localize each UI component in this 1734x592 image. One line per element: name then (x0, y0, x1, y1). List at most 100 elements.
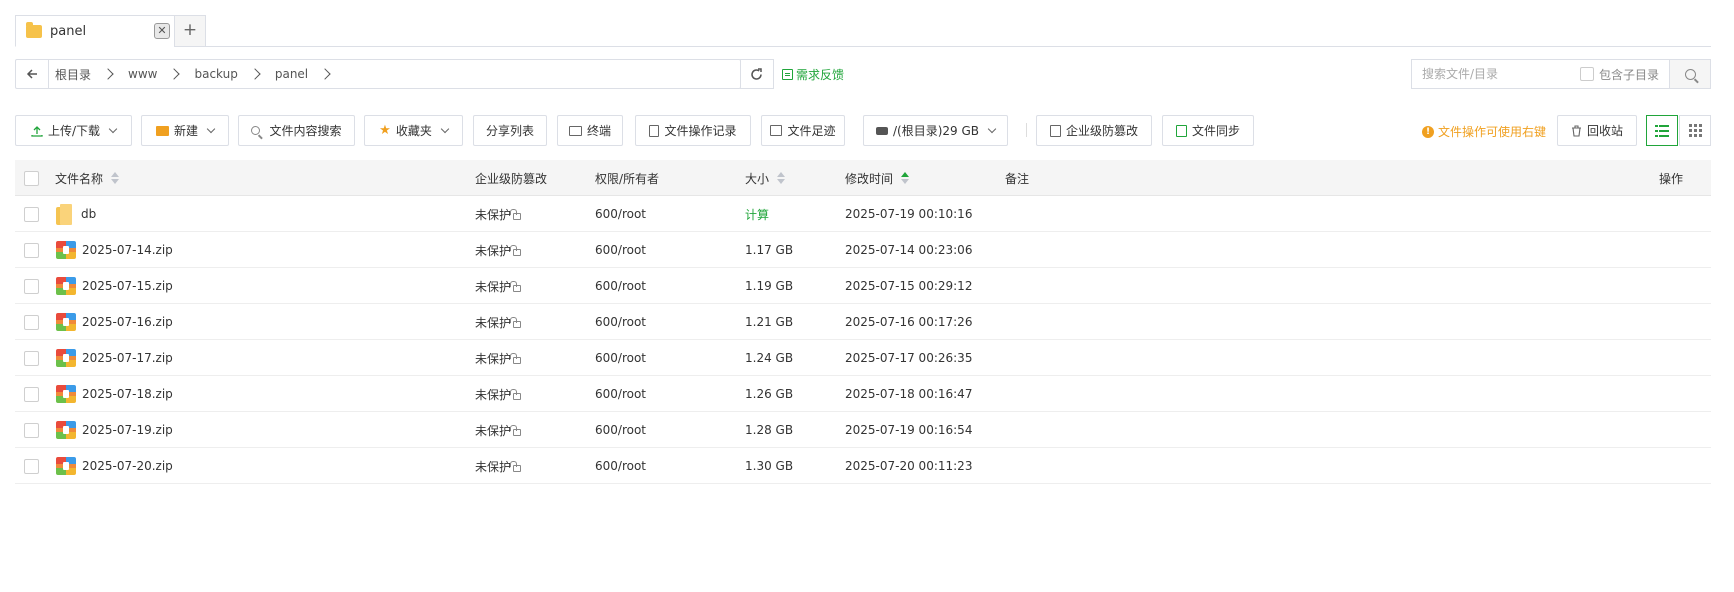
breadcrumb-item[interactable]: panel (275, 67, 308, 81)
file-name-cell[interactable]: 2025-07-19.zip (56, 412, 173, 448)
file-op-log-button[interactable]: 文件操作记录 (635, 115, 751, 146)
tab-panel[interactable]: panel ✕ (15, 15, 175, 47)
file-name[interactable]: 2025-07-18.zip (82, 387, 173, 401)
perm-cell[interactable]: 600/root (595, 268, 646, 304)
feedback-link[interactable]: 需求反馈 (782, 66, 844, 83)
row-checkbox[interactable] (24, 315, 39, 330)
sort-asc-icon[interactable] (901, 172, 910, 184)
file-name[interactable]: 2025-07-15.zip (82, 279, 173, 293)
breadcrumb-item[interactable]: 根目录 (55, 66, 91, 83)
list-view-button[interactable] (1646, 115, 1678, 146)
tamper-protect-label: 企业级防篡改 (1065, 124, 1138, 138)
file-name[interactable]: 2025-07-19.zip (82, 423, 173, 437)
row-checkbox[interactable] (24, 351, 39, 366)
folder-icon (56, 203, 73, 225)
add-tab-button[interactable]: + (174, 15, 206, 47)
file-footprint-button[interactable]: 文件足迹 (761, 115, 845, 146)
size-cell[interactable]: 计算 (745, 196, 769, 232)
file-name-cell[interactable]: 2025-07-16.zip (56, 304, 173, 340)
tamper-status-cell[interactable]: 未保护 (475, 340, 522, 376)
perm-cell[interactable]: 600/root (595, 376, 646, 412)
file-footprint-label: 文件足迹 (787, 124, 836, 138)
terminal-button[interactable]: 终端 (557, 115, 623, 146)
select-all-checkbox[interactable] (24, 171, 39, 186)
checkbox[interactable] (1579, 67, 1594, 81)
file-name-cell[interactable]: 2025-07-17.zip (56, 340, 173, 376)
perm-cell[interactable]: 600/root (595, 304, 646, 340)
perm-cell[interactable]: 600/root (595, 232, 646, 268)
modified-time: 2025-07-14 00:23:06 (845, 243, 973, 257)
tamper-protect-button[interactable]: 企业级防篡改 (1036, 115, 1152, 146)
row-checkbox[interactable] (24, 459, 39, 474)
search-box: 包含子目录 (1411, 59, 1670, 89)
file-name[interactable]: 2025-07-16.zip (82, 315, 173, 329)
file-name[interactable]: db (81, 207, 96, 221)
include-subdir-checkbox[interactable]: 包含子目录 (1579, 66, 1659, 83)
file-name[interactable]: 2025-07-17.zip (82, 351, 173, 365)
recycle-bin-button[interactable]: 回收站 (1557, 115, 1637, 146)
disk-icon (875, 126, 888, 135)
search-button[interactable] (1669, 59, 1711, 89)
column-size-label: 大小 (745, 171, 770, 186)
file-manager: panel ✕ + 根目录 www backup panel 需求反馈 包含子目录 上… (0, 0, 1734, 592)
sort-icon[interactable] (111, 172, 120, 184)
column-tamper: 企业级防篡改 (475, 160, 547, 196)
favorites-button[interactable]: ★ 收藏夹 (364, 115, 463, 146)
share-list-button[interactable]: 分享列表 (473, 115, 547, 146)
column-mtime[interactable]: 修改时间 (845, 160, 910, 196)
unlock-icon (510, 245, 522, 256)
tamper-status-cell[interactable]: 未保护 (475, 196, 522, 232)
refresh-button[interactable] (740, 59, 774, 89)
row-checkbox[interactable] (24, 243, 39, 258)
column-name[interactable]: 文件名称 (55, 160, 120, 196)
file-name-cell[interactable]: db (56, 196, 96, 232)
breadcrumb-item[interactable]: backup (194, 67, 237, 81)
tamper-status-cell[interactable]: 未保护 (475, 304, 522, 340)
column-size[interactable]: 大小 (745, 160, 786, 196)
new-button[interactable]: 新建 (141, 115, 229, 146)
table-row[interactable]: 2025-07-15.zip 未保护 600/root 1.19 GB 2025-07-… (15, 268, 1711, 304)
tamper-status-cell[interactable]: 未保护 (475, 376, 522, 412)
table-row[interactable]: 2025-07-19.zip 未保护 600/root 1.28 GB 2025-07-… (15, 412, 1711, 448)
close-icon[interactable]: ✕ (154, 23, 170, 39)
row-checkbox[interactable] (24, 387, 39, 402)
table-row[interactable]: 2025-07-14.zip 未保护 600/root 1.17 GB 2025-07-… (15, 232, 1711, 268)
modified-time: 2025-07-15 00:29:12 (845, 279, 973, 293)
breadcrumb-item[interactable]: www (128, 67, 157, 81)
file-name-cell[interactable]: 2025-07-18.zip (56, 376, 173, 412)
upload-download-button[interactable]: 上传/下载 (15, 115, 132, 146)
tamper-status-cell[interactable]: 未保护 (475, 412, 522, 448)
search-input[interactable] (1422, 67, 1572, 81)
file-name[interactable]: 2025-07-20.zip (82, 459, 173, 473)
tamper-status-cell[interactable]: 未保护 (475, 448, 522, 484)
path-bar[interactable]: 根目录 www backup panel (15, 59, 741, 89)
file-sync-button[interactable]: 文件同步 (1162, 115, 1254, 146)
row-checkbox[interactable] (24, 423, 39, 438)
column-tamper-label: 企业级防篡改 (475, 171, 548, 186)
table-row[interactable]: 2025-07-17.zip 未保护 600/root 1.24 GB 2025-07-… (15, 340, 1711, 376)
file-name-cell[interactable]: 2025-07-14.zip (56, 232, 173, 268)
table-row[interactable]: 2025-07-16.zip 未保护 600/root 1.21 GB 2025-07-… (15, 304, 1711, 340)
perm-cell[interactable]: 600/root (595, 448, 646, 484)
file-name-cell[interactable]: 2025-07-15.zip (56, 268, 173, 304)
row-checkbox[interactable] (24, 207, 39, 222)
table-row[interactable]: db 未保护 600/root 计算 2025-07-19 00:10:16 (15, 196, 1711, 232)
table-row[interactable]: 2025-07-20.zip 未保护 600/root 1.30 GB 2025-07-… (15, 448, 1711, 484)
chevron-down-icon (987, 124, 997, 133)
perm-cell[interactable]: 600/root (595, 340, 646, 376)
disk-select-button[interactable]: /(根目录)29 GB (863, 115, 1008, 146)
perm-cell[interactable]: 600/root (595, 196, 646, 232)
perm-cell[interactable]: 600/root (595, 412, 646, 448)
file-name-cell[interactable]: 2025-07-20.zip (56, 448, 173, 484)
sort-icon[interactable] (777, 172, 786, 184)
back-button[interactable] (16, 60, 49, 88)
tamper-status-cell[interactable]: 未保护 (475, 232, 522, 268)
grid-view-button[interactable] (1679, 115, 1711, 146)
perm-owner: 600/root (595, 207, 647, 221)
content-search-button[interactable]: 文件内容搜索 (238, 115, 355, 146)
column-name-label: 文件名称 (55, 171, 104, 186)
table-row[interactable]: 2025-07-18.zip 未保护 600/root 1.26 GB 2025-07-… (15, 376, 1711, 412)
tamper-status-cell[interactable]: 未保护 (475, 268, 522, 304)
row-checkbox[interactable] (24, 279, 39, 294)
file-name[interactable]: 2025-07-14.zip (82, 243, 173, 257)
